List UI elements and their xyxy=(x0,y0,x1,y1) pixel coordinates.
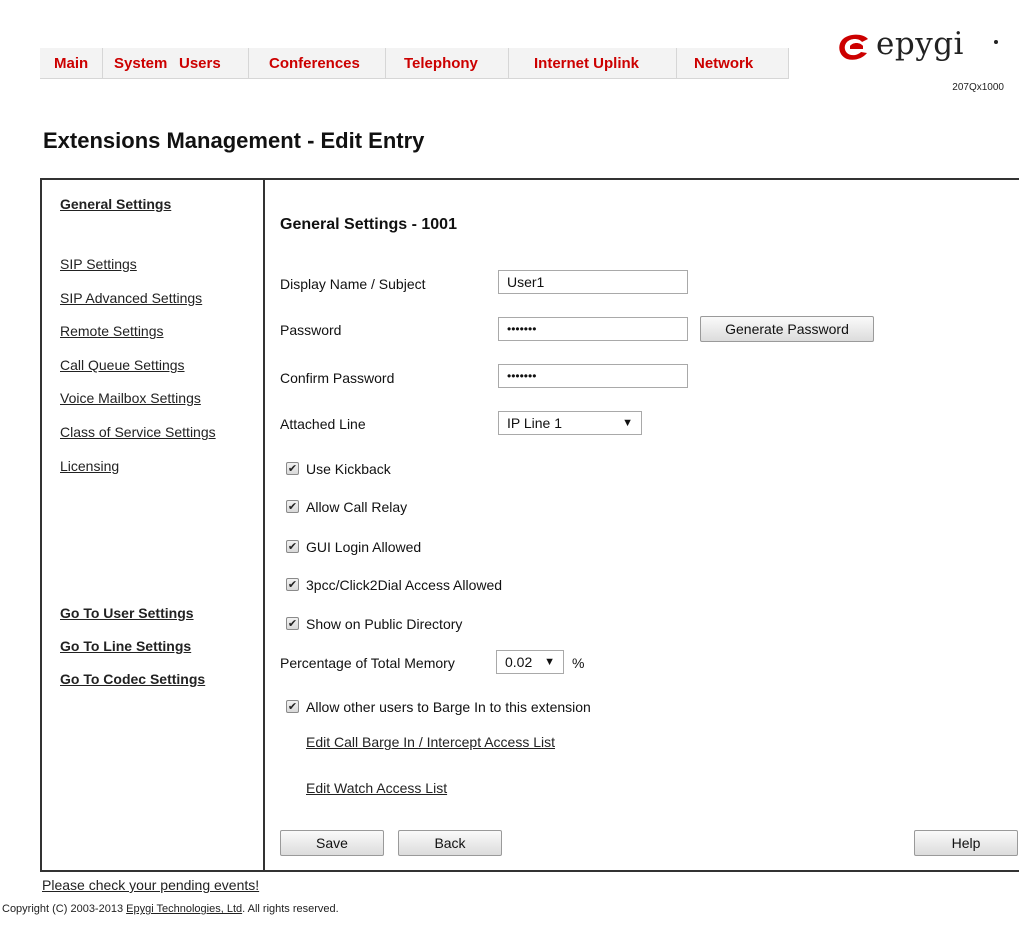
main-panel: General Settings SIP Settings SIP Advanc… xyxy=(40,178,1019,872)
logo-wordmark: epygi xyxy=(876,26,964,62)
nav-tab-users[interactable]: Users xyxy=(179,48,221,78)
confirm-password-input[interactable]: ••••••• xyxy=(498,364,688,388)
nav-tab-conferences[interactable]: Conferences xyxy=(269,48,360,78)
memory-unit: % xyxy=(572,655,585,671)
device-model: 207Qx1000 xyxy=(952,82,1004,93)
page-title: Extensions Management - Edit Entry xyxy=(43,128,425,153)
nav-tab-main[interactable]: Main xyxy=(54,48,88,78)
chevron-down-icon: ▼ xyxy=(622,417,633,429)
copyright-suffix: . All rights reserved. xyxy=(242,903,339,915)
allow-barge-in-label: Allow other users to Barge In to this ex… xyxy=(306,699,591,715)
attached-line-select[interactable]: IP Line 1 ▼ xyxy=(498,411,642,435)
nav-tab-telephony[interactable]: Telephony xyxy=(404,48,478,78)
nav-tab-internet-uplink[interactable]: Internet Uplink xyxy=(534,48,639,78)
sidebar-item-licensing[interactable]: Licensing xyxy=(60,458,119,474)
checkmark-icon[interactable]: ✔ xyxy=(286,500,299,513)
save-button[interactable]: Save xyxy=(280,830,384,856)
checkmark-icon[interactable]: ✔ xyxy=(286,617,299,630)
help-button[interactable]: Help xyxy=(914,830,1018,856)
main-navigation: Main System Users Conferences Telephony … xyxy=(40,48,789,79)
sidebar-item-general-settings[interactable]: General Settings xyxy=(60,196,171,212)
password-label: Password xyxy=(280,322,342,338)
display-name-label: Display Name / Subject xyxy=(280,276,426,292)
sidebar-item-sip-advanced-settings[interactable]: SIP Advanced Settings xyxy=(60,290,202,306)
gui-login-allowed-label: GUI Login Allowed xyxy=(306,539,422,555)
password-input[interactable]: ••••••• xyxy=(498,317,688,341)
sidebar-item-remote-settings[interactable]: Remote Settings xyxy=(60,323,164,339)
edit-watch-access-list-link[interactable]: Edit Watch Access List xyxy=(306,780,447,796)
checkmark-icon[interactable]: ✔ xyxy=(286,578,299,591)
display-name-input[interactable]: User1 xyxy=(498,270,688,294)
memory-percentage-value: 0.02 xyxy=(505,654,533,670)
sidebar-item-call-queue-settings[interactable]: Call Queue Settings xyxy=(60,357,185,373)
nav-tab-system[interactable]: System xyxy=(114,48,167,78)
use-kickback-label: Use Kickback xyxy=(306,461,391,477)
memory-percentage-select[interactable]: 0.02 ▼ xyxy=(496,650,564,674)
checkmark-icon[interactable]: ✔ xyxy=(286,540,299,553)
back-button[interactable]: Back xyxy=(398,830,502,856)
attached-line-value: IP Line 1 xyxy=(507,415,563,431)
copyright-notice: Copyright (C) 2003-2013 Epygi Technologi… xyxy=(2,903,339,915)
sidebar-item-voice-mailbox-settings[interactable]: Voice Mailbox Settings xyxy=(60,390,201,406)
nav-tab-network[interactable]: Network xyxy=(694,48,753,78)
checkmark-icon[interactable]: ✔ xyxy=(286,700,299,713)
go-to-user-settings-link[interactable]: Go To User Settings xyxy=(60,605,194,621)
chevron-down-icon: ▼ xyxy=(544,656,555,668)
sidebar-item-class-of-service-settings[interactable]: Class of Service Settings xyxy=(60,424,216,440)
checkmark-icon[interactable]: ✔ xyxy=(286,462,299,475)
go-to-codec-settings-link[interactable]: Go To Codec Settings xyxy=(60,671,205,687)
memory-percentage-label: Percentage of Total Memory xyxy=(280,655,455,671)
attached-line-label: Attached Line xyxy=(280,416,366,432)
epygi-logo-mark-icon xyxy=(839,34,868,60)
pending-events-link[interactable]: Please check your pending events! xyxy=(42,877,259,893)
allow-call-relay-label: Allow Call Relay xyxy=(306,499,408,515)
click2dial-access-label: 3pcc/Click2Dial Access Allowed xyxy=(306,577,503,593)
epygi-logo: epygi 207Qx1000 xyxy=(838,26,1008,96)
section-title: General Settings - 1001 xyxy=(280,216,457,233)
generate-password-button[interactable]: Generate Password xyxy=(700,316,874,342)
edit-barge-in-access-list-link[interactable]: Edit Call Barge In / Intercept Access Li… xyxy=(306,734,555,750)
sidebar-item-sip-settings[interactable]: SIP Settings xyxy=(60,256,137,272)
show-on-public-directory-label: Show on Public Directory xyxy=(306,616,463,632)
copyright-prefix: Copyright (C) 2003-2013 xyxy=(2,903,127,915)
confirm-password-label: Confirm Password xyxy=(280,370,395,386)
go-to-line-settings-link[interactable]: Go To Line Settings xyxy=(60,638,191,654)
epygi-technologies-link[interactable]: Epygi Technologies, Ltd xyxy=(126,903,242,915)
